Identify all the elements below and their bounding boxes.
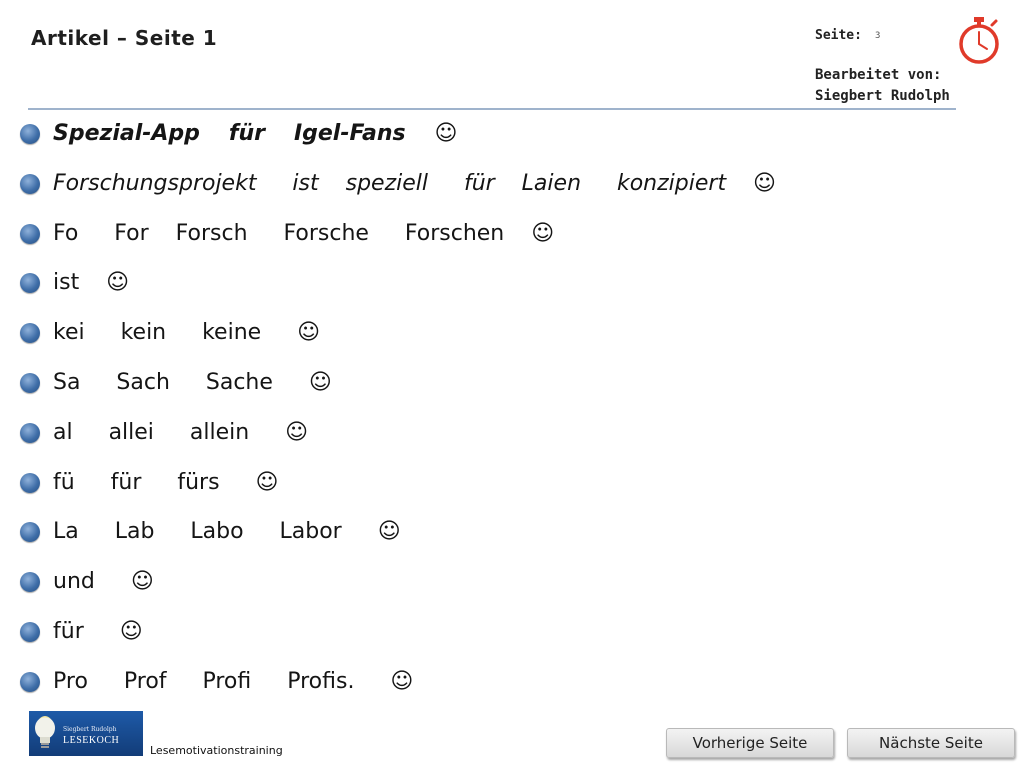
- list-item-text: Fo For Forsch Forsche Forschen ☺: [53, 220, 555, 246]
- bullet-icon: [20, 323, 40, 344]
- list-item-text: Pro Prof Profi Profis. ☺: [53, 668, 414, 694]
- footer-label: Lesemotivationstraining: [150, 744, 283, 757]
- editor-label: Bearbeitet von:: [815, 67, 942, 83]
- logo-brand: LESEKOCH: [63, 735, 120, 746]
- previous-page-button[interactable]: Vorherige Seite: [666, 728, 834, 758]
- bullet-icon: [20, 472, 40, 493]
- page-title: Artikel – Seite 1: [31, 26, 218, 50]
- bullet-icon: [20, 173, 40, 194]
- list-item-text: al allei allein ☺: [53, 419, 309, 445]
- bullet-icon: [20, 621, 40, 642]
- list-item-text: Spezial-App für Igel-Fans ☺: [53, 121, 458, 146]
- bullet-icon: [20, 671, 40, 692]
- bullet-icon: [20, 124, 40, 144]
- page-number-label: Seite:: [815, 28, 862, 43]
- list-item-text: für ☺: [53, 618, 143, 644]
- bullet-icon: [20, 572, 40, 593]
- list-item-text: La Lab Labo Labor ☺: [53, 519, 401, 545]
- bullet-icon: [20, 372, 40, 393]
- list-item-text: fü für fürs ☺: [53, 469, 279, 495]
- list-item-text: kei kein keine ☺: [53, 320, 321, 346]
- header-divider: [28, 108, 956, 110]
- bullet-icon: [20, 273, 40, 294]
- leserkoch-logo: Siegbert Rudolph LESEKOCH: [29, 711, 143, 756]
- list-item-text: ist ☺: [53, 270, 130, 296]
- list-item-text: Sa Sach Sache ☺: [53, 369, 332, 395]
- list-item-text: Forschungsprojekt ist speziell für Laien…: [53, 170, 776, 196]
- logo-author: Siegbert Rudolph: [63, 726, 117, 733]
- list-item-text: und ☺: [53, 569, 154, 595]
- page-number: 3: [875, 31, 881, 41]
- bullet-icon: [20, 223, 40, 244]
- next-page-button[interactable]: Nächste Seite: [847, 728, 1015, 758]
- bullet-icon: [20, 422, 40, 443]
- bullet-icon: [20, 522, 40, 543]
- editor-name: Siegbert Rudolph: [815, 88, 950, 104]
- lightbulb-icon: [35, 716, 55, 748]
- stopwatch-icon[interactable]: [956, 15, 1002, 65]
